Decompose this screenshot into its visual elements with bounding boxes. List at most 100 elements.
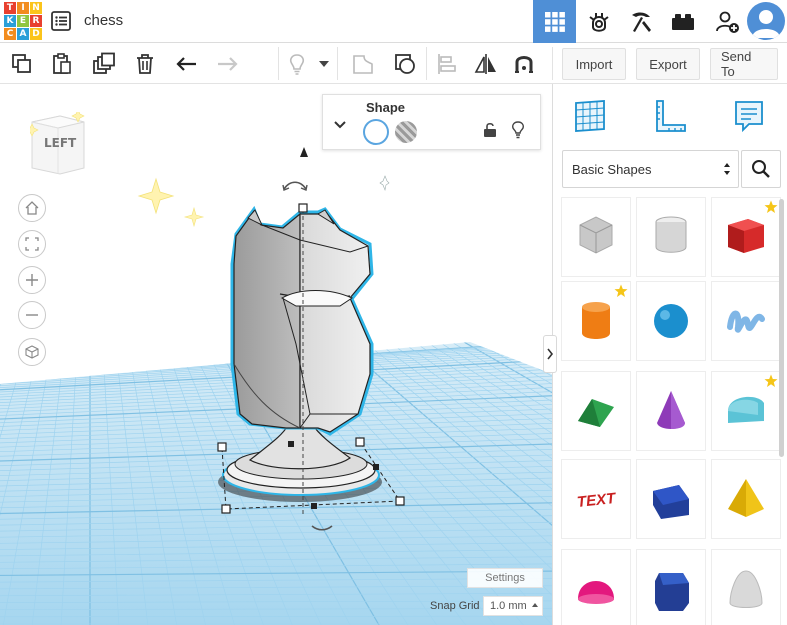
side-handle[interactable]: [311, 503, 317, 509]
cone-icon: [657, 391, 685, 429]
mirror-button[interactable]: [471, 49, 501, 79]
zoom-in-button[interactable]: [18, 266, 46, 294]
hole-button[interactable]: [395, 121, 417, 143]
tinkercad-logo[interactable]: TIN KER CAD: [4, 2, 42, 40]
copy-icon: [12, 54, 31, 73]
toolbar-divider: [278, 47, 279, 80]
shapes-grid: TEXT: [561, 197, 781, 625]
side-handle[interactable]: [288, 441, 294, 447]
shape-scribble[interactable]: [711, 281, 781, 361]
ungroup-button[interactable]: [390, 49, 420, 79]
side-handle[interactable]: [373, 464, 379, 470]
invite-button[interactable]: [705, 0, 748, 43]
notes-dropdown[interactable]: [314, 49, 334, 79]
caret-up-icon: [532, 603, 538, 607]
search-icon: [752, 160, 770, 178]
shape-category-select[interactable]: Basic Shapes: [562, 150, 739, 188]
delete-button[interactable]: [130, 49, 160, 79]
codeblocks-button[interactable]: [619, 0, 662, 43]
export-button[interactable]: Export: [636, 48, 700, 80]
bricks-button[interactable]: [661, 0, 704, 43]
shape-paraboloid[interactable]: [711, 549, 781, 625]
paste-button[interactable]: [47, 49, 77, 79]
shape-roof[interactable]: [561, 371, 631, 451]
note-comment-icon: [735, 101, 763, 133]
lift-arrow-icon[interactable]: [300, 147, 308, 157]
notes-tab[interactable]: [727, 94, 771, 138]
text-icon: TEXT: [576, 490, 618, 511]
shape-round-roof[interactable]: [711, 371, 781, 451]
toolbar-divider: [426, 47, 427, 80]
box-hole-icon: [579, 216, 613, 254]
corner-handle[interactable]: [355, 437, 365, 447]
shape-inspector: Shape: [322, 94, 541, 150]
group-icon: [353, 55, 373, 74]
home-view-button[interactable]: [18, 194, 46, 222]
logo-letter: I: [17, 2, 29, 14]
designs-list-icon[interactable]: [50, 10, 72, 32]
import-button[interactable]: Import: [562, 48, 626, 80]
ruler-tab[interactable]: [648, 94, 692, 138]
shape-sphere[interactable]: [636, 281, 706, 361]
home-icon: [25, 201, 39, 215]
favorite-star-icon: [764, 200, 778, 219]
fit-view-button[interactable]: [18, 230, 46, 258]
circuits-button[interactable]: [577, 0, 620, 43]
logo-letter: D: [30, 28, 42, 40]
undo-button[interactable]: [172, 49, 202, 79]
view-cube[interactable]: LEFT: [25, 109, 86, 176]
duplicate-button[interactable]: [89, 49, 119, 79]
plus-icon: [26, 274, 38, 286]
3d-design-button[interactable]: [533, 0, 576, 43]
shape-text[interactable]: TEXT: [561, 459, 631, 539]
height-handle[interactable]: [298, 203, 308, 213]
minecraft-pickaxe-icon: [631, 12, 651, 32]
group-button[interactable]: [348, 49, 378, 79]
shape-cone[interactable]: [636, 371, 706, 451]
snap-grid-select[interactable]: 1.0 mm: [483, 596, 543, 616]
chevron-right-icon: [547, 348, 554, 360]
shape-search-button[interactable]: [741, 150, 781, 188]
shape-polygon[interactable]: [636, 549, 706, 625]
corner-handle[interactable]: [221, 504, 231, 514]
redo-button[interactable]: [212, 49, 242, 79]
send-to-button[interactable]: Send To: [710, 48, 778, 80]
roof-icon: [578, 399, 614, 427]
zoom-out-button[interactable]: [18, 301, 46, 329]
user-avatar[interactable]: [747, 2, 785, 40]
perspective-button[interactable]: [18, 338, 46, 366]
tinkercad-editor: TINKERCAD chess Import Export Send To LE…: [0, 0, 787, 625]
shape-box-hole[interactable]: [561, 197, 631, 277]
shape-half-sphere[interactable]: [561, 549, 631, 625]
paraboloid-icon: [729, 570, 763, 608]
view-cube-label[interactable]: LEFT: [44, 136, 76, 150]
shape-box[interactable]: [711, 197, 781, 277]
shape-pyramid[interactable]: [711, 459, 781, 539]
collapse-chevron-icon[interactable]: [333, 117, 347, 135]
shapes-scrollbar[interactable]: [779, 199, 784, 457]
corner-handle[interactable]: [217, 442, 227, 452]
workplane-viewport[interactable]: LEFT Shape Settings Snap Grid 1.0 mm: [0, 84, 552, 625]
unlock-icon[interactable]: [483, 122, 497, 143]
ungroup-icon: [395, 54, 415, 74]
shape-half-box[interactable]: [636, 459, 706, 539]
settings-button[interactable]: Settings: [467, 568, 543, 588]
solid-color-button[interactable]: [363, 119, 389, 145]
minus-icon: [26, 314, 38, 316]
caret-down-icon: [319, 61, 329, 67]
visibility-bulb-icon[interactable]: [511, 121, 525, 144]
copy-button[interactable]: [7, 49, 37, 79]
shape-cylinder[interactable]: [561, 281, 631, 361]
redo-icon: [218, 57, 238, 71]
align-button[interactable]: [432, 49, 462, 79]
corner-handle[interactable]: [395, 496, 405, 506]
shape-cylinder-hole[interactable]: [636, 197, 706, 277]
knight-piece[interactable]: [218, 205, 382, 516]
logo-letter: T: [4, 2, 16, 14]
design-title[interactable]: chess: [84, 12, 123, 29]
workplane-tab[interactable]: [568, 94, 612, 138]
panel-collapse-tab[interactable]: [543, 335, 557, 373]
logo-letter: C: [4, 28, 16, 40]
notes-button[interactable]: [282, 49, 312, 79]
cruise-button[interactable]: [509, 49, 539, 79]
